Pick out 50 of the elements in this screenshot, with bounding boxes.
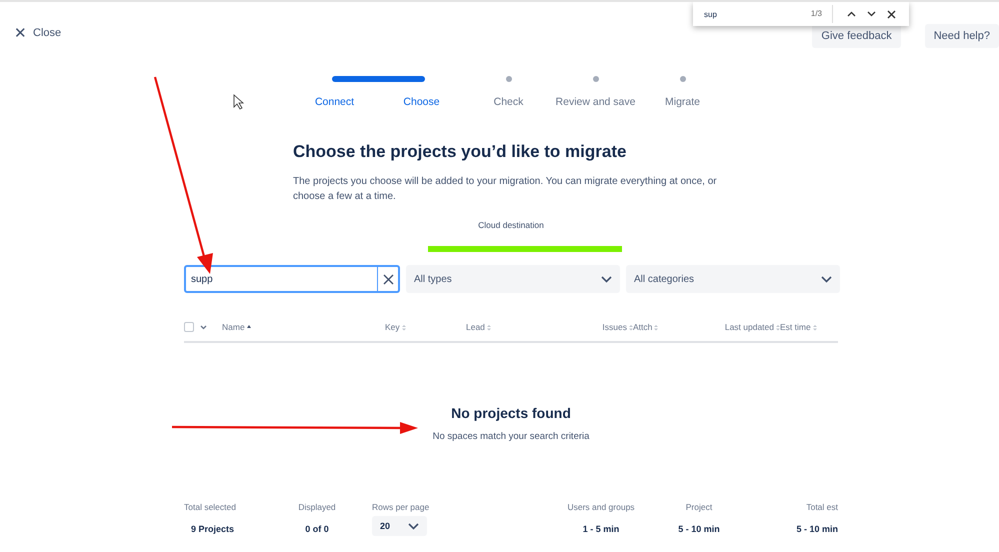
step-label: Choose bbox=[403, 96, 440, 108]
search-field[interactable]: supp bbox=[184, 265, 378, 293]
chevron-down-icon bbox=[821, 276, 832, 282]
summary-label: Users and groups bbox=[567, 502, 635, 512]
empty-title: No projects found bbox=[451, 405, 571, 421]
column-header[interactable]: Issues bbox=[602, 322, 633, 332]
sort-icon bbox=[812, 324, 817, 332]
header-button[interactable]: Give feedback bbox=[812, 24, 901, 48]
summary-value: 0 of 0 bbox=[305, 523, 329, 536]
sort-icon bbox=[486, 324, 491, 332]
summary-label: Total selected bbox=[184, 502, 236, 512]
step-label: Connect bbox=[314, 96, 354, 108]
chevron-down-icon[interactable] bbox=[200, 324, 207, 330]
page-title: Choose the projects you’d like to migrate bbox=[293, 142, 628, 162]
close-button[interactable]: ✕ Close bbox=[12, 22, 64, 44]
sort-icon bbox=[654, 324, 658, 332]
description: The projects you choose will be added to your migration. You can migrate everything at once, or choose a few at a time. bbox=[293, 175, 718, 204]
summary-value: 1 - 5 min bbox=[582, 523, 620, 536]
step-label: Migrate bbox=[664, 96, 700, 108]
summary-value: 5 - 10 min bbox=[796, 523, 838, 536]
clear-icon[interactable] bbox=[378, 265, 400, 293]
match-count: 1/3 bbox=[810, 5, 833, 23]
step-label: Review and save bbox=[556, 96, 636, 108]
chevron-down-icon bbox=[601, 276, 612, 282]
rows-per-page-select[interactable]: 20 bbox=[372, 516, 428, 536]
column-header[interactable]: Lead bbox=[466, 322, 491, 332]
cursor-icon bbox=[234, 94, 244, 110]
sort-icon bbox=[402, 324, 406, 332]
sort-icon bbox=[629, 324, 633, 332]
summary-label: Total est bbox=[806, 502, 838, 512]
chevron-down-icon bbox=[408, 522, 420, 530]
filter-dropdown[interactable]: All categories bbox=[626, 265, 840, 293]
summary-label: Displayed bbox=[298, 502, 336, 512]
filter-dropdown[interactable]: All types bbox=[406, 265, 620, 293]
step-label: Check bbox=[494, 96, 524, 108]
sort-icon bbox=[776, 324, 780, 332]
column-header[interactable]: Key bbox=[385, 322, 406, 332]
column-header[interactable]: Last updated bbox=[724, 322, 780, 332]
summary-value: 5 - 10 min bbox=[678, 523, 720, 536]
column-header[interactable]: Name bbox=[222, 322, 251, 332]
destination-label: Cloud destination bbox=[477, 220, 545, 230]
empty-message: No spaces match your search criteria bbox=[432, 431, 590, 442]
summary-value: 9 Projects bbox=[190, 523, 234, 536]
header-button[interactable]: Need help? bbox=[924, 24, 999, 48]
summary-label: Rows per page bbox=[372, 502, 430, 512]
select-all-checkbox[interactable] bbox=[184, 322, 194, 332]
column-header[interactable]: Est time bbox=[780, 322, 817, 332]
column-header[interactable]: Attch bbox=[633, 322, 658, 332]
find-query[interactable]: sup bbox=[704, 10, 811, 18]
summary-label: Project bbox=[686, 502, 712, 512]
